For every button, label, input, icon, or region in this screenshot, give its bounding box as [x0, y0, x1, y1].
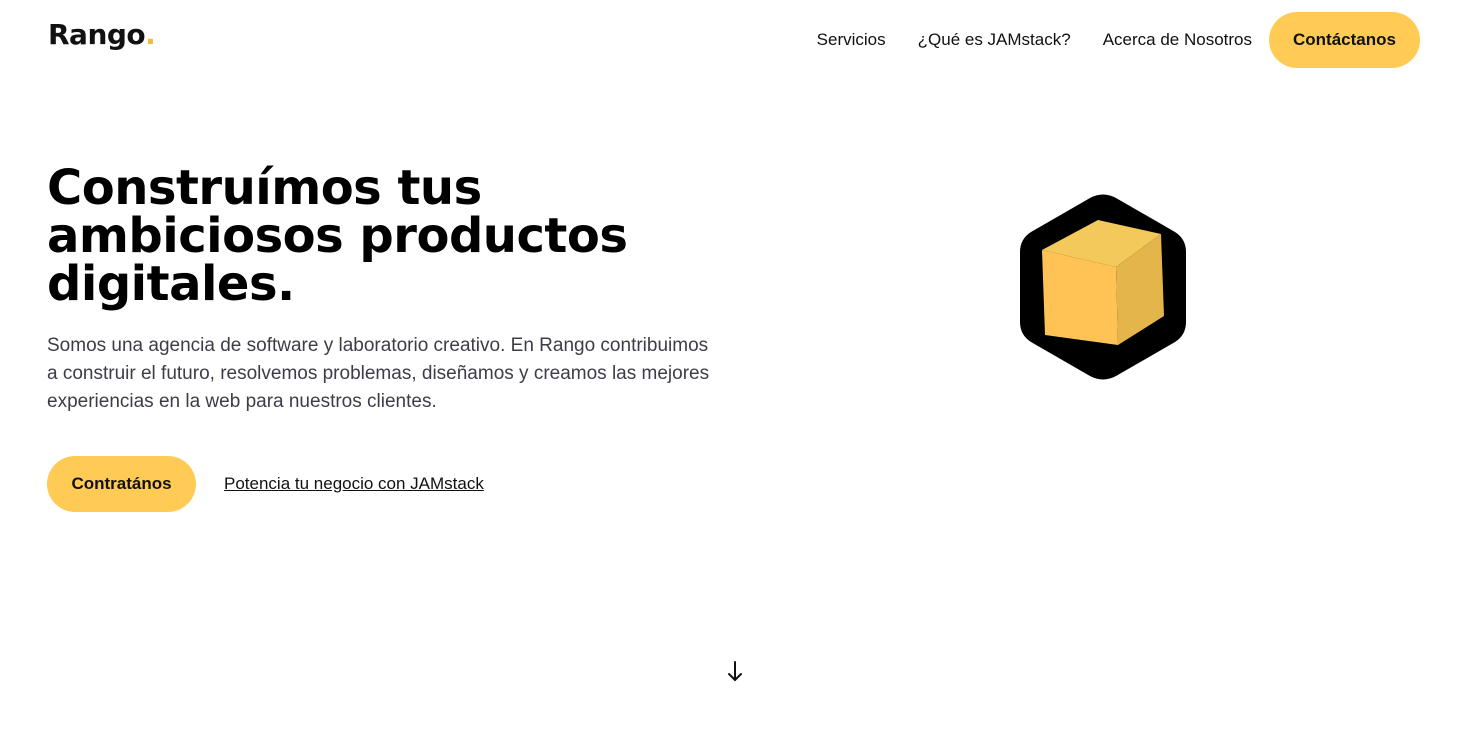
hero-title-line: digitales. [47, 256, 295, 312]
jamstack-link[interactable]: Potencia tu negocio con JAMstack [224, 474, 484, 494]
nav-item-acerca-de-nosotros[interactable]: Acerca de Nosotros [1103, 30, 1252, 50]
hexagon-cube-svg [1020, 194, 1186, 380]
hero-description: Somos una agencia de software y laborato… [47, 335, 710, 412]
contact-button[interactable]: Contáctanos [1269, 12, 1420, 68]
nav-item-que-es-jamstack[interactable]: ¿Qué es JAMstack? [918, 30, 1071, 50]
main-nav: Servicios ¿Qué es JAMstack? Acerca de No… [817, 12, 1420, 68]
logo-text: Rango [48, 18, 146, 51]
page: Rango. Servicios ¿Qué es JAMstack? Acerc… [0, 0, 1458, 735]
arrow-down-icon[interactable] [726, 660, 744, 684]
hexagon-cube-icon [1018, 192, 1188, 382]
hero-title: Construímos tus ambiciosos productos dig… [47, 164, 667, 308]
nav-item-servicios[interactable]: Servicios [817, 30, 886, 50]
hire-us-button[interactable]: Contratános [47, 456, 196, 512]
logo[interactable]: Rango. [48, 18, 156, 51]
logo-dot: . [145, 18, 156, 51]
arrow-down-svg [728, 661, 742, 681]
